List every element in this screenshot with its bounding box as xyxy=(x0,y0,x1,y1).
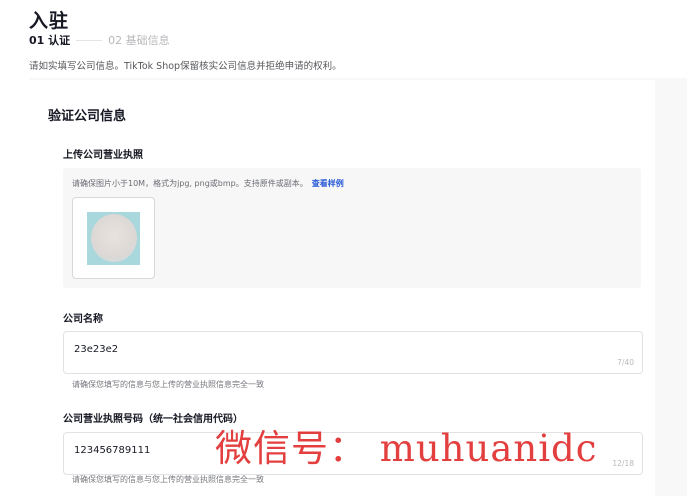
upload-hint: 请确保图片小于10M，格式为jpg, png或bmp。支持原件或副本。 查看样例 xyxy=(72,178,344,189)
company-name-label: 公司名称 xyxy=(63,314,103,325)
upload-hint-text: 请确保图片小于10M，格式为jpg, png或bmp。支持原件或副本。 xyxy=(72,179,308,188)
section-title: 验证公司信息 xyxy=(48,109,127,124)
company-name-char-count: 7/40 xyxy=(617,358,634,367)
company-name-value: 23e23e2 xyxy=(74,344,119,355)
license-number-char-count: 12/18 xyxy=(612,459,634,468)
company-name-input[interactable]: 23e23e2 7/40 xyxy=(63,331,643,374)
step-indicator: 01 认证 02 基础信息 xyxy=(29,32,170,48)
step-2-label: 02 基础信息 xyxy=(108,34,170,47)
page-title: 入驻 xyxy=(29,10,70,32)
step-connector xyxy=(76,39,103,41)
license-number-value: 123456789111 xyxy=(74,445,151,456)
page-subtitle: 请如实填写公司信息。TikTok Shop保留核实公司信息并拒绝申请的权利。 xyxy=(29,61,342,72)
watermark: 微信号： muhuanidc xyxy=(215,427,598,470)
view-sample-link[interactable]: 查看样例 xyxy=(312,179,344,188)
license-number-hint: 请确保您填写的信息与您上传的营业执照信息完全一致 xyxy=(72,475,264,484)
upload-label: 上传公司营业执照 xyxy=(63,150,143,161)
company-name-hint: 请确保您填写的信息与您上传的营业执照信息完全一致 xyxy=(72,380,264,389)
uploaded-license-thumbnail[interactable] xyxy=(72,197,155,279)
license-image xyxy=(87,212,140,265)
step-1-label: 01 认证 xyxy=(29,34,71,47)
